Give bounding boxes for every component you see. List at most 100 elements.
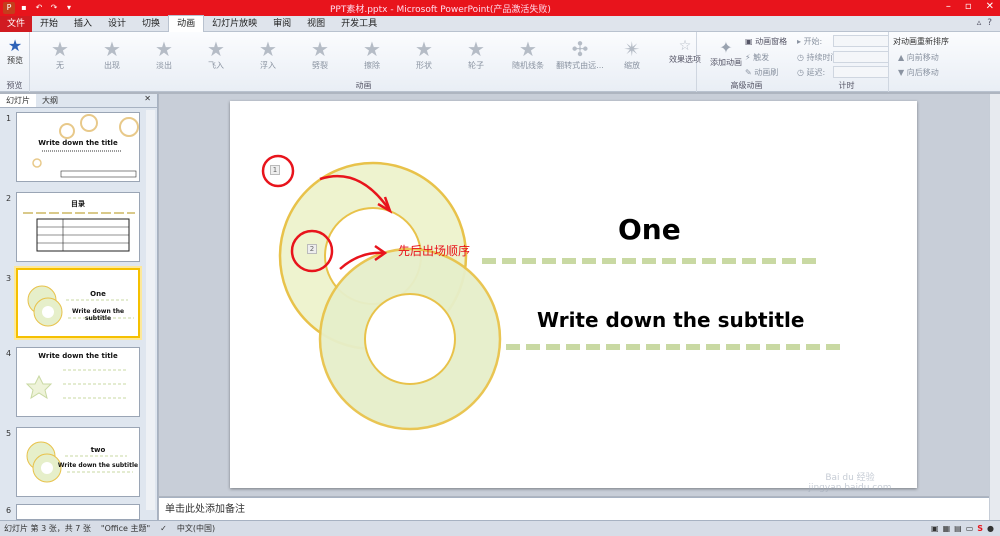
animation-star-icon: ★: [311, 37, 329, 61]
effect-options-label: 效果选项: [669, 55, 701, 64]
animation-star-icon: ★: [519, 37, 537, 61]
slides-scrollbar[interactable]: [146, 110, 155, 510]
animation-9[interactable]: ★ 随机线条: [503, 38, 553, 71]
slide-thumbnail-1[interactable]: Write down the title: [16, 112, 140, 182]
collapse-ribbon-icon[interactable]: ▵: [977, 18, 982, 28]
animation-5[interactable]: ★ 劈裂: [295, 38, 345, 71]
tab-developer[interactable]: 开发工具: [333, 16, 385, 32]
add-animation-button[interactable]: ✦ 添加动画: [709, 38, 743, 68]
slide-number: 4: [6, 349, 12, 358]
star-icon: ★: [7, 36, 23, 55]
tab-view[interactable]: 视图: [299, 16, 333, 32]
tab-animations[interactable]: 动画: [168, 15, 205, 32]
close-pane-icon[interactable]: ✕: [138, 94, 157, 107]
animation-label: 劈裂: [312, 61, 328, 70]
trigger-button[interactable]: ⚡ 触发: [745, 52, 769, 63]
slide-thumbnail-4[interactable]: Write down the title: [16, 347, 140, 417]
minimize-icon[interactable]: –: [946, 1, 951, 12]
thumb-decoration: [27, 285, 134, 327]
reading-view-icon[interactable]: ▤: [954, 521, 962, 536]
animation-3[interactable]: ★ 飞入: [191, 38, 241, 71]
slides-pane: 幻灯片 大纲 ✕ 1 Write down the title 2 目录 3 O…: [0, 94, 158, 520]
animation-0[interactable]: ★ 无: [35, 38, 85, 71]
powerpoint-logo-icon: P: [3, 2, 15, 14]
tab-transitions[interactable]: 切换: [134, 16, 168, 32]
normal-view-icon[interactable]: ▣: [931, 521, 939, 536]
tab-slideshow[interactable]: 幻灯片放映: [204, 16, 265, 32]
ribbon-tabs: 文件 开始 插入 设计 切换 动画 幻灯片放映 审阅 视图 开发工具 ▵ ?: [0, 15, 1000, 32]
animation-label: 飞入: [208, 61, 224, 70]
preview-group: ★ 预览 预览: [0, 32, 30, 92]
duration-input[interactable]: [833, 51, 889, 63]
customize-icon[interactable]: ▾: [63, 2, 75, 14]
animation-label: 缩放: [624, 61, 640, 70]
pane-tabs: 幻灯片 大纲 ✕: [0, 94, 157, 108]
animation-10[interactable]: ✣ 翻转式由远...: [555, 38, 605, 71]
slide-title[interactable]: One: [618, 213, 681, 246]
mic-icon[interactable]: ●: [987, 521, 994, 536]
start-label: ▸ 开始:: [797, 37, 823, 46]
animation-star-icon: ★: [103, 37, 121, 61]
tab-outline[interactable]: 大纲: [36, 94, 64, 107]
ime-icon[interactable]: S: [977, 521, 983, 536]
undo-icon[interactable]: ↶: [33, 2, 45, 14]
slide-thumbnail-3[interactable]: One Write down the subtitle: [16, 268, 140, 338]
delay-input[interactable]: [833, 66, 889, 78]
slide-number: 3: [6, 274, 12, 283]
thumb-title: two: [90, 446, 106, 454]
animation-6[interactable]: ★ 擦除: [347, 38, 397, 71]
editor-scrollbar[interactable]: [989, 94, 1000, 520]
save-icon[interactable]: ▪: [18, 2, 30, 14]
animation-1[interactable]: ★ 出现: [87, 38, 137, 71]
notes-pane[interactable]: 单击此处添加备注: [159, 497, 989, 520]
thumb-subtitle: Write down the subtitle: [71, 308, 125, 322]
theme-name: "Office 主题": [100, 524, 151, 533]
animation-tag-1[interactable]: 1: [270, 165, 280, 175]
help-icon[interactable]: ?: [987, 18, 992, 28]
animation-label: 轮子: [468, 61, 484, 70]
animation-11[interactable]: ✴ 缩放: [607, 38, 657, 71]
animation-star-icon: ★: [259, 37, 277, 61]
maximize-icon[interactable]: ▫: [965, 1, 972, 12]
animation-7[interactable]: ★ 形状: [399, 38, 449, 71]
slide-number: 5: [6, 429, 12, 438]
animation-star-icon: ✣: [571, 37, 589, 61]
start-select[interactable]: [833, 35, 889, 47]
preview-button[interactable]: ★ 预览: [3, 36, 27, 66]
animation-8[interactable]: ★ 轮子: [451, 38, 501, 71]
sorter-view-icon[interactable]: ▦: [943, 521, 951, 536]
slide-thumbnail-2[interactable]: 目录: [16, 192, 140, 262]
animation-2[interactable]: ★ 淡出: [139, 38, 189, 71]
thumb-title: Write down the title: [38, 139, 118, 147]
slideshow-icon[interactable]: ▭: [966, 521, 974, 536]
slide-subtitle[interactable]: Write down the subtitle: [537, 308, 804, 332]
file-tab[interactable]: 文件: [0, 15, 32, 32]
tab-review[interactable]: 审阅: [265, 16, 299, 32]
animation-label: 擦除: [364, 61, 380, 70]
annotation-order: 先后出场顺序: [398, 244, 471, 258]
tab-home[interactable]: 开始: [32, 16, 66, 32]
thumb-title: 目录: [71, 200, 85, 208]
animation-tag-2[interactable]: 2: [307, 244, 317, 254]
tab-slides[interactable]: 幻灯片: [0, 94, 36, 107]
tab-insert[interactable]: 插入: [66, 16, 100, 32]
status-bar: 幻灯片 第 3 张，共 7 张 "Office 主题" ✓ 中文(中国) ▣ ▦…: [0, 520, 1000, 536]
move-earlier-button[interactable]: ▲ 向前移动: [898, 52, 939, 63]
effect-options-button[interactable]: ☆ 效果选项: [667, 38, 703, 65]
thumb-title: Write down the title: [38, 352, 118, 360]
redo-icon[interactable]: ↷: [48, 2, 60, 14]
group-label-advanced: 高级动画: [730, 81, 763, 90]
slide-thumbnail-6[interactable]: [16, 504, 140, 520]
tab-design[interactable]: 设计: [100, 16, 134, 32]
animation-star-icon: ★: [415, 37, 433, 61]
slide-thumbnail-5[interactable]: two Write down the subtitle: [16, 427, 140, 497]
animation-4[interactable]: ★ 浮入: [243, 38, 293, 71]
close-icon[interactable]: ✕: [986, 1, 994, 12]
animation-pane-button[interactable]: ▣ 动画窗格: [745, 36, 787, 47]
window-title: PPT素材.pptx - Microsoft PowerPoint(产品激活失败…: [330, 5, 551, 15]
spellcheck-icon[interactable]: ✓: [160, 521, 167, 536]
move-later-button[interactable]: ▼ 向后移动: [898, 67, 939, 78]
animation-painter-button[interactable]: ✎ 动画刷: [745, 67, 778, 78]
animation-star-icon: ★: [207, 37, 225, 61]
current-slide[interactable]: 1 2 先后出场顺序 One Write down the subtitle: [230, 101, 917, 488]
